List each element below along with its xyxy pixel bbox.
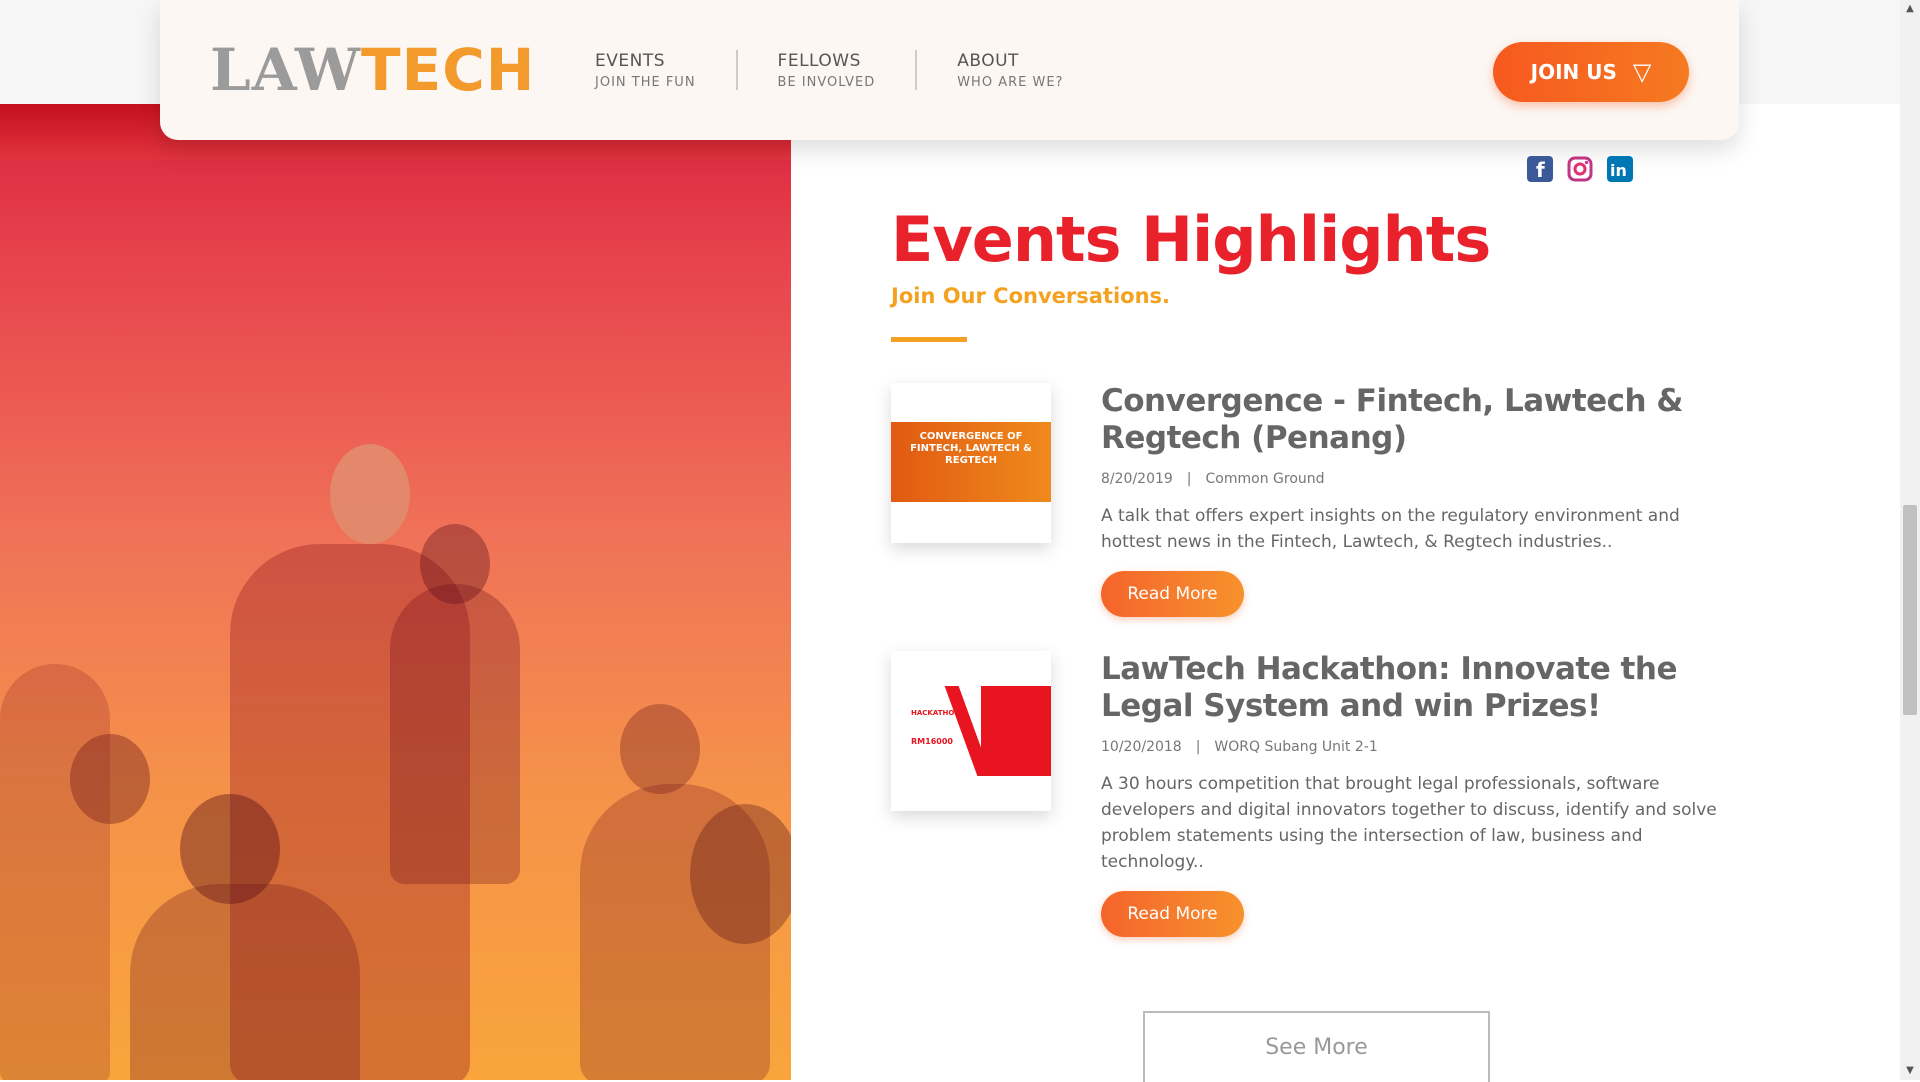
event-meta: 10/20/2018 | WORQ Subang Unit 2-1 bbox=[1101, 739, 1741, 755]
event-description: A talk that offers expert insights on th… bbox=[1101, 506, 1680, 552]
section-title: Events Highlights bbox=[891, 203, 1491, 276]
event-thumbnail[interactable]: HACKATHON RM16000 bbox=[891, 651, 1051, 811]
nav-events-sub: JOIN THE FUN bbox=[595, 74, 696, 90]
nav-fellows-sub: BE INVOLVED bbox=[777, 74, 876, 90]
event-date: 8/20/2019 bbox=[1101, 471, 1173, 487]
read-more-button[interactable]: Read More bbox=[1101, 571, 1244, 617]
thumbnail-prize: RM16000 bbox=[911, 737, 953, 746]
meta-separator: | bbox=[1195, 739, 1201, 755]
logo-law-text: LAW bbox=[210, 36, 362, 104]
social-links: f in bbox=[1527, 156, 1633, 182]
nav-about-title: ABOUT bbox=[957, 50, 1019, 71]
scroll-down-icon[interactable]: ▼ bbox=[1903, 1064, 1917, 1078]
nav-fellows[interactable]: FELLOWS BE INVOLVED bbox=[735, 50, 916, 90]
thumbnail-text: HACKATHON bbox=[911, 709, 961, 717]
scrollbar[interactable]: ▲ ▼ bbox=[1900, 0, 1920, 1080]
event-thumbnail[interactable]: CONVERGENCE OF FINTECH, LAWTECH & REGTEC… bbox=[891, 383, 1051, 543]
nav-about[interactable]: ABOUT WHO ARE WE? bbox=[915, 50, 1103, 90]
site-header: LAW TECH EVENTS JOIN THE FUN FELLOWS BE I… bbox=[160, 0, 1739, 140]
event-venue: WORQ Subang Unit 2-1 bbox=[1214, 739, 1378, 755]
event-date: 10/20/2018 bbox=[1101, 739, 1182, 755]
section-divider bbox=[891, 337, 967, 342]
nav-events-title: EVENTS bbox=[595, 50, 666, 71]
nav-fellows-title: FELLOWS bbox=[777, 50, 861, 71]
facebook-icon[interactable]: f bbox=[1527, 156, 1553, 182]
join-us-button[interactable]: JOIN US ▽ bbox=[1493, 42, 1689, 102]
nav-events[interactable]: EVENTS JOIN THE FUN bbox=[595, 50, 736, 90]
event-title[interactable]: LawTech Hackathon: Innovate the Legal Sy… bbox=[1101, 651, 1741, 725]
nav-about-sub: WHO ARE WE? bbox=[957, 74, 1064, 90]
scrollbar-thumb[interactable] bbox=[1903, 505, 1917, 715]
linkedin-icon[interactable]: in bbox=[1607, 156, 1633, 182]
event-title[interactable]: Convergence - Fintech, Lawtech & Regtech… bbox=[1101, 383, 1741, 457]
thumbnail-text: CONVERGENCE OF FINTECH, LAWTECH & REGTEC… bbox=[910, 431, 1032, 466]
scroll-up-icon[interactable]: ▲ bbox=[1903, 2, 1917, 16]
event-description: A 30 hours competition that brought lega… bbox=[1101, 774, 1717, 872]
triangle-down-icon: ▽ bbox=[1632, 58, 1652, 86]
event-venue: Common Ground bbox=[1205, 471, 1325, 487]
join-us-label: JOIN US bbox=[1530, 60, 1617, 84]
lawtech-logo[interactable]: LAW TECH bbox=[210, 40, 535, 100]
logo-tech-text: TECH bbox=[361, 36, 536, 104]
see-more-button[interactable]: See More bbox=[1143, 1011, 1490, 1082]
section-subtitle: Join Our Conversations. bbox=[891, 284, 1171, 308]
read-more-button[interactable]: Read More bbox=[1101, 891, 1244, 937]
svg-text:f: f bbox=[1536, 158, 1545, 182]
instagram-icon[interactable] bbox=[1567, 156, 1593, 182]
meta-separator: | bbox=[1186, 471, 1192, 487]
main-nav: EVENTS JOIN THE FUN FELLOWS BE INVOLVED … bbox=[595, 50, 1103, 90]
event-photo bbox=[0, 104, 791, 1080]
event-meta: 8/20/2019 | Common Ground bbox=[1101, 471, 1741, 487]
svg-text:in: in bbox=[1610, 161, 1627, 180]
